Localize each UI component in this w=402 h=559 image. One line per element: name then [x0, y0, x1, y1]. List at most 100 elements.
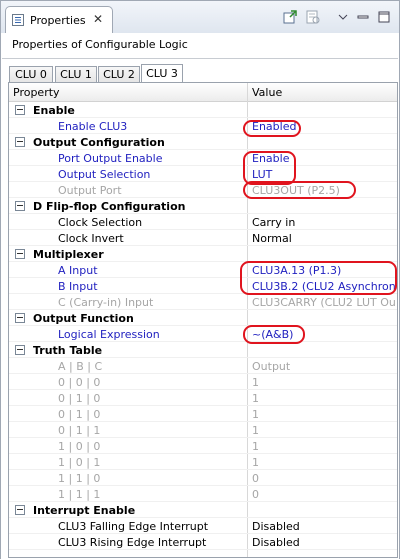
highlight-enable-clu3 [243, 120, 301, 137]
collapse-toggle-icon[interactable] [15, 137, 25, 147]
group-row-output-function[interactable]: Output Function [9, 310, 397, 326]
table-row[interactable]: 0 | 1 | 0 1 [9, 390, 397, 406]
property-label: 1 | 0 | 1 [58, 456, 101, 469]
collapse-toggle-icon[interactable] [15, 505, 25, 515]
group-row-truth-table[interactable]: Truth Table [9, 342, 397, 358]
column-header-property[interactable]: Property [13, 86, 60, 99]
property-label: Port Output Enable [58, 152, 163, 165]
collapse-toggle-icon[interactable] [15, 105, 25, 115]
highlight-output-config [243, 151, 296, 185]
table-row[interactable]: C (Carry-in) Input CLU3CARRY (CLU2 LUT Ou… [9, 294, 397, 310]
view-title: Properties [30, 14, 86, 27]
highlight-multiplexer-inputs [240, 261, 397, 295]
property-label: 1 | 1 | 0 [58, 472, 101, 485]
highlight-logical-expression [243, 325, 305, 344]
properties-view-tab[interactable]: Properties ✕ [5, 6, 113, 34]
tab-clu-1[interactable]: CLU 1 [55, 66, 97, 83]
property-value: 1 [252, 424, 259, 437]
close-icon[interactable]: ✕ [93, 12, 103, 26]
table-row[interactable]: 1 | 1 | 1 0 [9, 486, 397, 502]
property-label: B Input [58, 280, 98, 293]
table-row[interactable]: A | B | C Output [9, 358, 397, 374]
tab-clu-2[interactable]: CLU 2 [98, 66, 140, 83]
tab-clu-3[interactable]: CLU 3 [141, 64, 183, 83]
property-value: Output [252, 360, 291, 373]
property-value: 1 [252, 376, 259, 389]
property-value: 1 [252, 440, 259, 453]
table-row[interactable]: 0 | 1 | 1 1 [9, 422, 397, 438]
group-row-multiplexer[interactable]: Multiplexer [9, 246, 397, 262]
collapse-toggle-icon[interactable] [15, 249, 25, 259]
group-label: Enable [33, 104, 75, 117]
property-label: CLU3 Falling Edge Interrupt [58, 520, 209, 533]
property-label: 0 | 1 | 1 [58, 424, 101, 437]
property-value: 0 [252, 472, 259, 485]
group-label: Output Configuration [33, 136, 165, 149]
heading-divider [2, 58, 398, 59]
property-label: Output Selection [58, 168, 151, 181]
property-value: CLU3CARRY (CLU2 LUT Output) [252, 296, 396, 309]
property-value: 1 [252, 456, 259, 469]
property-label: Clock Selection [58, 216, 143, 229]
property-label: 0 | 1 | 0 [58, 392, 101, 405]
table-row[interactable]: Clock Selection Carry in [9, 214, 397, 230]
collapse-toggle-icon[interactable] [15, 201, 25, 211]
property-label: CLU3 Rising Edge Interrupt [58, 536, 207, 549]
property-label: 0 | 0 | 0 [58, 376, 101, 389]
property-value[interactable]: Disabled [252, 520, 396, 533]
property-value: 0 [252, 488, 259, 501]
property-value: 1 [252, 392, 259, 405]
table-row[interactable]: Output Selection LUT [9, 166, 397, 182]
table-row[interactable]: Enable CLU3 Enabled [9, 118, 397, 134]
property-label: Clock Invert [58, 232, 124, 245]
properties-icon [12, 14, 24, 26]
group-row-interrupt-enable[interactable]: Interrupt Enable [9, 502, 397, 518]
group-row-d-flip-flop-configuration[interactable]: D Flip-flop Configuration [9, 198, 397, 214]
table-row[interactable]: 1 | 0 | 1 1 [9, 454, 397, 470]
property-label: Output Port [58, 184, 122, 197]
table-row[interactable]: 1 | 1 | 0 0 [9, 470, 397, 486]
table-row[interactable]: 0 | 1 | 0 1 [9, 406, 397, 422]
pin-view-icon[interactable] [282, 9, 298, 25]
view-menu-chevron-down-icon[interactable] [335, 9, 351, 25]
page-title: Properties of Configurable Logic [12, 38, 188, 51]
table-row[interactable]: CLU3 Falling Edge Interrupt Disabled [9, 518, 397, 534]
property-label: 0 | 1 | 0 [58, 408, 101, 421]
group-label: Output Function [33, 312, 134, 325]
group-label: D Flip-flop Configuration [33, 200, 186, 213]
table-row[interactable]: Clock Invert Normal [9, 230, 397, 246]
property-label: Logical Expression [58, 328, 160, 341]
maximize-icon[interactable] [376, 9, 392, 25]
view-title-bar: Properties ✕ [0, 0, 400, 34]
group-label: Multiplexer [33, 248, 104, 261]
property-label: Enable CLU3 [58, 120, 128, 133]
group-label: Truth Table [33, 344, 103, 357]
property-label: C (Carry-in) Input [58, 296, 154, 309]
column-header-value[interactable]: Value [252, 86, 282, 99]
property-value: 1 [252, 408, 259, 421]
table-row[interactable]: 1 | 0 | 0 1 [9, 438, 397, 454]
minimize-icon[interactable] [355, 9, 371, 25]
table-header: Property Value [9, 83, 397, 102]
group-row-output-configuration[interactable]: Output Configuration [9, 134, 397, 150]
filter-icon[interactable] [305, 9, 321, 25]
property-value[interactable]: Carry in [252, 216, 396, 229]
property-table: Property Value Enable Enable CLU3 Enabled O… [8, 82, 398, 558]
tab-clu-0[interactable]: CLU 0 [9, 66, 53, 83]
collapse-toggle-icon[interactable] [15, 313, 25, 323]
property-label: A | B | C [58, 360, 103, 373]
property-label: 1 | 0 | 0 [58, 440, 101, 453]
properties-panel: Properties of Configurable Logic CLU 0 C… [0, 33, 400, 559]
group-row-enable[interactable]: Enable [9, 102, 397, 118]
table-row[interactable]: Port Output Enable Enable [9, 150, 397, 166]
property-label: A Input [58, 264, 98, 277]
table-row[interactable]: CLU3 Rising Edge Interrupt Disabled [9, 534, 397, 550]
property-label: 1 | 1 | 1 [58, 488, 101, 501]
property-value[interactable]: Normal [252, 232, 396, 245]
table-row[interactable]: Logical Expression ~(A&B) [9, 326, 397, 342]
table-row[interactable]: 0 | 0 | 0 1 [9, 374, 397, 390]
collapse-toggle-icon[interactable] [15, 345, 25, 355]
property-value[interactable]: Disabled [252, 536, 396, 549]
highlight-output-port [243, 181, 356, 199]
group-label: Interrupt Enable [33, 504, 136, 517]
